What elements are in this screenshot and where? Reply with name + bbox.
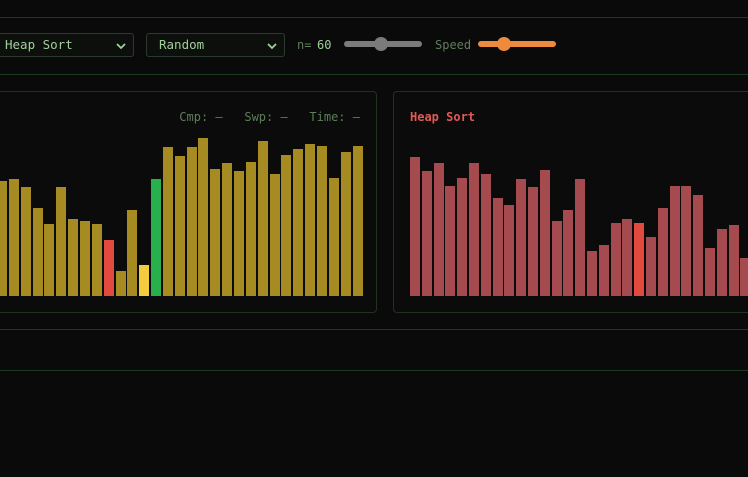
array-bar <box>269 174 280 296</box>
array-bar <box>68 219 79 296</box>
array-bar <box>705 248 715 296</box>
array-bar <box>598 245 609 296</box>
time-value: — <box>352 110 360 124</box>
array-bar <box>622 219 633 296</box>
pattern-select-value: Random <box>159 37 205 52</box>
array-bar <box>728 225 739 296</box>
array-bar <box>20 187 31 296</box>
array-bar <box>305 144 316 296</box>
array-bar <box>433 163 444 296</box>
time-label: Time: <box>309 110 346 124</box>
array-bar <box>257 141 268 296</box>
array-bar <box>210 169 221 296</box>
n-value: 60 <box>317 38 332 52</box>
array-bar <box>0 181 7 296</box>
panels-divider <box>0 329 748 330</box>
array-bar <box>79 221 90 296</box>
array-bar <box>657 208 668 296</box>
n-label: n= <box>297 38 312 52</box>
n-slider[interactable] <box>344 37 422 51</box>
array-bar <box>293 149 304 296</box>
array-bar <box>563 210 574 296</box>
algorithm-select[interactable]: Heap Sort <box>0 33 134 57</box>
right-bars <box>394 92 748 312</box>
array-bar <box>669 186 680 296</box>
array-bar <box>127 210 138 296</box>
array-bar <box>740 258 748 296</box>
speed-slider-thumb[interactable] <box>496 37 511 51</box>
toolbar-divider <box>0 74 748 75</box>
array-bar <box>634 223 645 296</box>
array-bar <box>222 163 233 296</box>
panel-title: Heap Sort <box>410 110 476 124</box>
speed-label: Speed <box>435 38 472 52</box>
array-bar <box>528 187 538 296</box>
array-bar <box>457 178 468 296</box>
array-bar <box>421 171 432 296</box>
array-bar <box>186 147 197 296</box>
pattern-select[interactable]: Random <box>146 33 285 57</box>
chevron-down-icon <box>116 43 126 50</box>
array-bar <box>716 229 727 296</box>
array-bar <box>646 237 656 296</box>
array-bar <box>445 186 456 296</box>
stats-readout: Cmp: — Swp: — Time: — <box>179 110 360 124</box>
bottom-divider <box>0 370 748 371</box>
array-bar <box>44 224 55 296</box>
array-bar <box>174 156 185 296</box>
array-bar <box>587 251 597 296</box>
swp-value: — <box>280 110 288 124</box>
array-bar <box>693 195 704 296</box>
array-bar <box>8 179 19 296</box>
array-bar <box>91 224 102 296</box>
array-bar <box>103 240 114 296</box>
array-bar <box>480 174 491 296</box>
array-bar <box>115 271 126 296</box>
array-bar <box>281 155 292 296</box>
right-visualizer-panel: Heap Sort <box>393 91 748 313</box>
array-bar <box>516 179 527 296</box>
n-slider-thumb[interactable] <box>374 37 389 51</box>
array-bar <box>681 186 692 296</box>
array-bar <box>139 265 150 296</box>
cmp-label: Cmp: <box>179 110 209 124</box>
swp-label: Swp: <box>244 110 274 124</box>
array-bar <box>539 170 550 296</box>
array-bar <box>469 163 479 296</box>
array-bar <box>551 221 562 296</box>
array-bar <box>352 146 363 296</box>
cmp-value: — <box>215 110 223 124</box>
algorithm-select-value: Heap Sort <box>5 37 73 52</box>
array-bar <box>340 152 351 296</box>
array-bar <box>162 147 173 296</box>
array-bar <box>234 171 244 296</box>
array-bar <box>198 138 209 296</box>
array-bar <box>56 187 67 296</box>
chevron-down-icon <box>267 43 277 50</box>
array-bar <box>492 198 503 296</box>
speed-slider[interactable] <box>478 37 556 51</box>
array-bar <box>32 208 43 296</box>
array-bar <box>610 223 621 296</box>
top-divider <box>0 17 748 18</box>
array-bar <box>151 179 162 296</box>
array-bar <box>316 146 327 296</box>
array-bar <box>328 178 339 296</box>
array-bar <box>504 205 515 296</box>
array-bar <box>245 162 256 296</box>
left-bars <box>0 92 376 312</box>
speed-slider-track <box>478 41 556 47</box>
array-bar <box>575 179 586 296</box>
array-bar <box>410 157 420 296</box>
left-visualizer-panel: Cmp: — Swp: — Time: — <box>0 91 377 313</box>
